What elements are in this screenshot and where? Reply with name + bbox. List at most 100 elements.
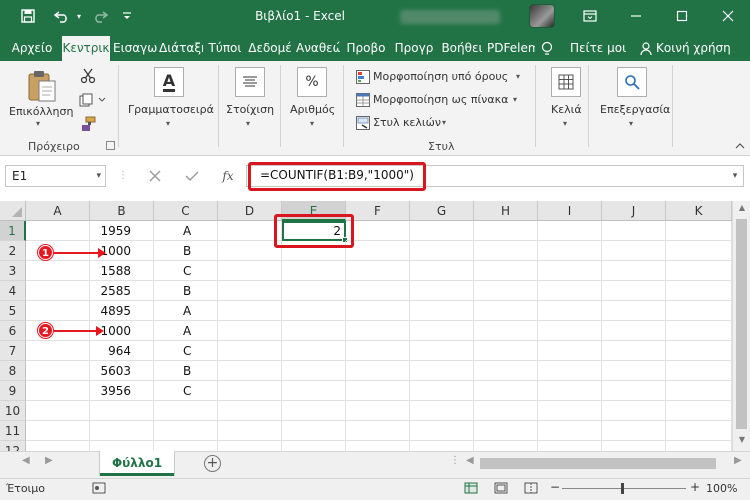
column-header[interactable]: G xyxy=(410,201,474,221)
row-header[interactable]: 1 xyxy=(0,221,26,241)
cell[interactable] xyxy=(218,401,282,421)
zoom-slider-track[interactable] xyxy=(562,488,686,489)
cell[interactable] xyxy=(26,221,90,241)
cell-e[interactable] xyxy=(282,281,346,301)
scroll-up-icon[interactable]: ▲ xyxy=(733,203,750,217)
scroll-down-icon[interactable]: ▼ xyxy=(733,435,750,449)
cell-c[interactable]: A xyxy=(154,301,218,321)
column-header[interactable]: J xyxy=(602,201,666,221)
cell-e[interactable] xyxy=(282,301,346,321)
cell[interactable] xyxy=(602,421,666,441)
lightbulb-icon[interactable] xyxy=(541,36,553,61)
add-sheet-icon[interactable]: + xyxy=(204,455,221,472)
cell[interactable] xyxy=(410,321,474,341)
cell-b[interactable]: 2585 xyxy=(90,281,154,301)
column-header[interactable]: B xyxy=(90,201,154,221)
conditional-formatting-icon[interactable] xyxy=(355,69,371,85)
row-header[interactable]: 11 xyxy=(0,421,26,441)
column-header[interactable]: D xyxy=(218,201,282,221)
column-header[interactable]: A xyxy=(26,201,90,221)
alignment-icon[interactable] xyxy=(235,67,265,97)
cell[interactable] xyxy=(346,321,410,341)
cell[interactable] xyxy=(602,221,666,241)
name-box-dropdown-icon[interactable]: ▾ xyxy=(96,166,101,186)
conditional-formatting-button[interactable]: Μορφοποίηση υπό όρους xyxy=(373,70,508,83)
cell[interactable] xyxy=(218,301,282,321)
cell-styles-button[interactable]: Στυλ κελιών xyxy=(373,116,441,129)
tab-split-icon[interactable]: ⋮ xyxy=(450,455,460,466)
tell-me-search[interactable]: Πείτε μοι xyxy=(570,36,626,61)
cell-e[interactable] xyxy=(282,401,346,421)
share-button[interactable]: Κοινή χρήση xyxy=(656,36,731,61)
cell-c[interactable]: B xyxy=(154,281,218,301)
cell[interactable] xyxy=(474,281,538,301)
alignment-dropdown-icon[interactable]: ▾ xyxy=(246,119,250,128)
font-icon[interactable]: A xyxy=(154,67,184,97)
tab-pdfelement[interactable]: PDFelem xyxy=(487,36,535,61)
previous-sheet-icon[interactable]: ◀ xyxy=(22,455,30,466)
row-header[interactable]: 5 xyxy=(0,301,26,321)
cell-e[interactable] xyxy=(282,261,346,281)
cell[interactable] xyxy=(602,281,666,301)
copy-icon[interactable] xyxy=(78,91,108,109)
format-painter-icon[interactable] xyxy=(78,115,98,133)
cell[interactable] xyxy=(474,261,538,281)
cell[interactable] xyxy=(538,401,602,421)
cell[interactable] xyxy=(538,241,602,261)
tab-formulas[interactable]: Τύποι xyxy=(206,36,244,61)
clipboard-dialog-launcher[interactable] xyxy=(106,141,115,150)
cell[interactable] xyxy=(538,321,602,341)
cell[interactable] xyxy=(346,241,410,261)
tab-data[interactable]: Δεδομέ xyxy=(247,36,293,61)
zoom-out-icon[interactable]: − xyxy=(550,480,560,494)
row-header[interactable]: 6 xyxy=(0,321,26,341)
cell[interactable] xyxy=(218,281,282,301)
cell[interactable] xyxy=(666,261,732,281)
editing-dropdown-icon[interactable]: ▾ xyxy=(629,119,633,128)
percent-icon[interactable]: % xyxy=(297,67,327,97)
cell-c[interactable]: B xyxy=(154,361,218,381)
cell-b[interactable]: 1959 xyxy=(90,221,154,241)
cell[interactable] xyxy=(538,221,602,241)
cell[interactable] xyxy=(218,381,282,401)
row-header[interactable]: 7 xyxy=(0,341,26,361)
cell[interactable] xyxy=(410,401,474,421)
cell[interactable] xyxy=(474,341,538,361)
cell-e[interactable] xyxy=(282,361,346,381)
cell[interactable] xyxy=(474,221,538,241)
cell-c[interactable]: C xyxy=(154,341,218,361)
cell[interactable] xyxy=(538,301,602,321)
cell[interactable] xyxy=(26,361,90,381)
cell[interactable] xyxy=(410,261,474,281)
cancel-entry-icon[interactable] xyxy=(143,165,167,187)
paste-button[interactable]: Επικόλληση xyxy=(9,105,73,118)
column-header[interactable]: F xyxy=(346,201,410,221)
cell[interactable] xyxy=(26,381,90,401)
row-header[interactable]: 8 xyxy=(0,361,26,381)
ribbon-display-options-icon[interactable] xyxy=(568,0,612,32)
row-header[interactable]: 10 xyxy=(0,401,26,421)
zoom-level[interactable]: 100% xyxy=(706,482,737,495)
maximize-icon[interactable] xyxy=(660,0,704,32)
expand-formula-bar-icon[interactable]: ▾ xyxy=(728,165,742,187)
share-person-icon[interactable] xyxy=(640,36,654,61)
font-group-button[interactable]: Γραμματοσειρά xyxy=(128,103,214,116)
cell[interactable] xyxy=(474,361,538,381)
cell[interactable] xyxy=(410,301,474,321)
number-dropdown-icon[interactable]: ▾ xyxy=(310,119,314,128)
format-as-table-dropdown-icon[interactable]: ▾ xyxy=(513,95,517,104)
cell[interactable] xyxy=(474,321,538,341)
cell[interactable] xyxy=(602,381,666,401)
cell[interactable] xyxy=(602,341,666,361)
cell[interactable] xyxy=(666,361,732,381)
format-as-table-button[interactable]: Μορφοποίηση ως πίνακα xyxy=(373,93,508,106)
cell-c[interactable]: C xyxy=(154,381,218,401)
cell[interactable] xyxy=(218,241,282,261)
cell-c[interactable]: B xyxy=(154,241,218,261)
cell[interactable] xyxy=(474,241,538,261)
cell[interactable] xyxy=(26,261,90,281)
cell-c[interactable]: A xyxy=(154,321,218,341)
spreadsheet-grid[interactable]: A B C D E F G H I J K 1 1959 A 2 2 1000 B 3 1588… xyxy=(0,201,750,461)
undo-icon[interactable] xyxy=(48,0,76,32)
cell[interactable] xyxy=(346,221,410,241)
